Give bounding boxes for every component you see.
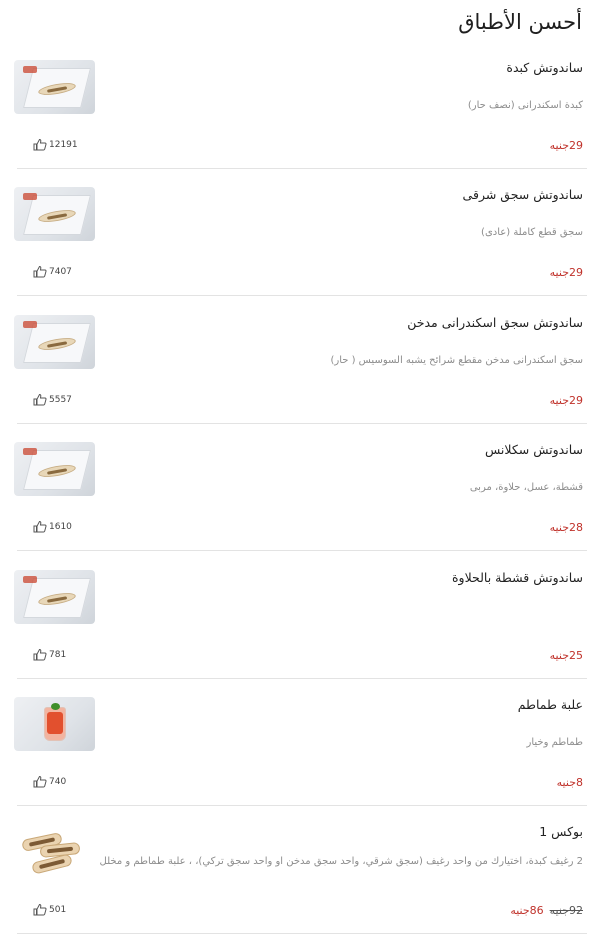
item-price-row: 29جنيه: [550, 394, 583, 407]
item-price: 29جنيه: [549, 139, 583, 152]
item-price-row: 28جنيه: [550, 521, 583, 534]
item-photo[interactable]: [14, 315, 95, 369]
thumbs-up-icon: [33, 520, 47, 533]
item-photo[interactable]: [14, 570, 95, 624]
like-count: 1610: [49, 521, 72, 532]
like-count: 5557: [49, 394, 72, 405]
menu-item[interactable]: ساندوتش كبدة كبدة اسكندرانى (نصف حار) 29…: [14, 60, 587, 169]
thumbs-up-icon: [33, 648, 47, 661]
menu-item[interactable]: ساندوتش سجق شرقى سجق قطع كاملة (عادى) 29…: [14, 187, 587, 296]
item-price: 86جنيه: [510, 904, 544, 917]
item-name: ساندوتش سجق شرقى: [462, 187, 583, 202]
item-price: 8جنيه: [556, 776, 583, 789]
item-price: 29جنيه: [549, 266, 583, 279]
item-name: علبة طماطم: [517, 697, 583, 712]
thumbs-up-icon: [33, 775, 47, 788]
like-button[interactable]: 501: [33, 903, 66, 916]
like-button[interactable]: 740: [33, 775, 66, 788]
item-price: 25جنيه: [549, 649, 583, 662]
item-price-row: 29جنيه: [550, 139, 583, 152]
menu-item[interactable]: علبة طماطم طماطم وخيار 8جنيه 740: [14, 697, 587, 806]
item-name: ساندوتش كبدة: [506, 60, 583, 75]
item-description: سجق قطع كاملة (عادى): [481, 227, 583, 238]
menu-item[interactable]: ساندوتش سكلانس قشطة، عسل، حلاوة، مربى 28…: [14, 442, 587, 551]
thumbs-up-icon: [33, 138, 47, 151]
thumbs-up-icon: [33, 393, 47, 406]
like-count: 781: [49, 649, 67, 660]
menu-item[interactable]: بوكس 1 2 رغيف كبدة، اختيارك من واحد رغيف…: [14, 824, 587, 934]
like-count: 12191: [49, 139, 78, 150]
item-name: بوكس 1: [539, 824, 583, 839]
like-button[interactable]: 5557: [33, 393, 72, 406]
like-button[interactable]: 1610: [33, 520, 72, 533]
item-price-row: 29جنيه: [550, 266, 583, 279]
like-count: 740: [49, 776, 67, 787]
like-count: 501: [49, 904, 67, 915]
item-photo[interactable]: [14, 60, 95, 114]
item-name: ساندوتش قشطة بالحلاوة: [451, 570, 583, 585]
like-button[interactable]: 781: [33, 648, 66, 661]
item-price-row: 25جنيه: [550, 649, 583, 662]
item-name: ساندوتش سجق اسكندرانى مدخن: [407, 315, 583, 330]
item-description: سجق اسكندرانى مدخن مقطع شرائح يشبه السوس…: [330, 355, 583, 366]
menu-item[interactable]: ساندوتش قشطة بالحلاوة 25جنيه 781: [14, 570, 587, 679]
like-button[interactable]: 12191: [33, 138, 78, 151]
page-title: أحسن الأطباق: [458, 10, 582, 34]
menu-item[interactable]: ساندوتش سجق اسكندرانى مدخن سجق اسكندرانى…: [14, 315, 587, 424]
item-description: قشطة، عسل، حلاوة، مربى: [469, 482, 583, 493]
item-photo[interactable]: [14, 697, 95, 751]
item-photo[interactable]: [14, 187, 95, 241]
item-description: 2 رغيف كبدة، اختيارك من واحد رغيف (سجق ش…: [99, 856, 584, 867]
item-description: طماطم وخيار: [526, 737, 583, 748]
thumbs-up-icon: [33, 903, 47, 916]
like-count: 7407: [49, 266, 72, 277]
item-name: ساندوتش سكلانس: [485, 442, 583, 457]
item-description: كبدة اسكندرانى (نصف حار): [467, 100, 583, 111]
like-button[interactable]: 7407: [33, 265, 72, 278]
item-price: 28جنيه: [549, 521, 583, 534]
item-price: 29جنيه: [549, 394, 583, 407]
item-photo[interactable]: [14, 442, 95, 496]
item-old-price: 92جنيه: [549, 904, 583, 917]
item-price-row: 92جنيه 86جنيه: [510, 904, 583, 917]
item-price-row: 8جنيه: [557, 776, 583, 789]
thumbs-up-icon: [33, 265, 47, 278]
